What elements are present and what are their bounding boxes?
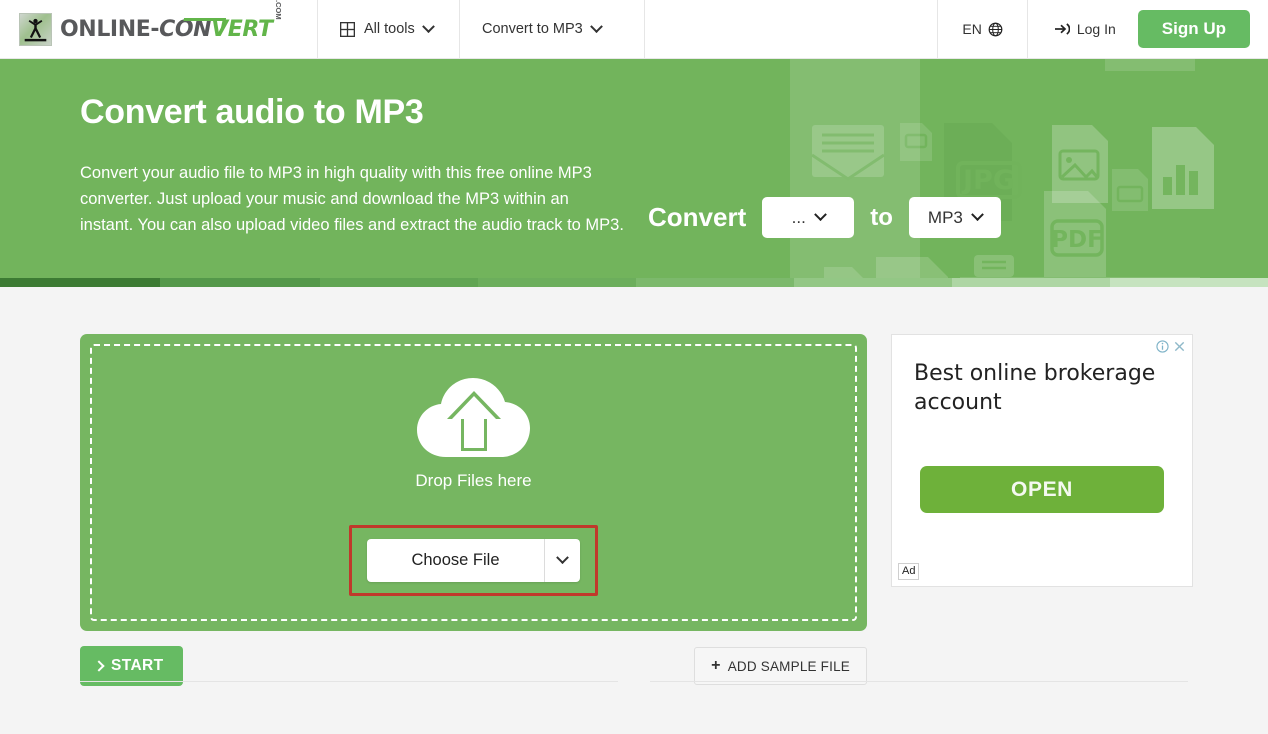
start-button[interactable]: START (80, 646, 183, 686)
nav-item-all-tools[interactable]: All tools (318, 0, 460, 58)
signup-button[interactable]: Sign Up (1137, 10, 1250, 48)
printer-icon (974, 255, 1014, 277)
ad-headline[interactable]: Best online brokerage account (914, 359, 1170, 417)
to-label: to (870, 203, 893, 231)
target-format-value: MP3 (927, 207, 963, 227)
login-arrow-icon (1054, 23, 1070, 35)
file-dropzone[interactable]: Drop Files here Choose File (80, 334, 867, 631)
nav-item-convert-to-mp3[interactable]: Convert to MP3 (460, 0, 645, 58)
ad-controls (1155, 339, 1187, 354)
login-button[interactable]: Log In (1054, 21, 1116, 37)
source-format-value: ... (791, 207, 806, 227)
chevron-down-icon (813, 208, 827, 222)
divider-left (80, 681, 618, 682)
person-figure-logo-icon (19, 12, 52, 46)
nav-item-all-tools-label: All tools (364, 21, 415, 37)
choose-file-label: Choose File (411, 551, 500, 569)
ad-column: Best online brokerage account OPEN Ad (891, 334, 1193, 686)
hero-description: Convert your audio file to MP3 in high q… (80, 164, 624, 235)
choose-file-dropdown-toggle[interactable] (543, 539, 580, 582)
chevron-down-icon (421, 19, 435, 33)
divider-right (650, 681, 1188, 682)
dropzone-inner: Drop Files here Choose File (90, 344, 857, 621)
language-label: EN (962, 21, 982, 37)
choose-file-highlight-wrap: Choose File (349, 525, 598, 596)
dropzone-label: Drop Files here (415, 471, 532, 490)
page-title: Convert audio to MP3 (80, 93, 424, 131)
nav-spacer (645, 0, 939, 58)
action-buttons-row: START + ADD SAMPLE FILE (80, 646, 867, 686)
grid-icon (340, 21, 355, 37)
chevron-down-icon (971, 208, 984, 222)
info-icon[interactable] (1155, 339, 1170, 354)
format-converter-controls: Convert ... to MP3 (648, 197, 1001, 239)
language-selector[interactable]: EN (938, 0, 1028, 58)
auth-area: Log In Sign Up (1028, 0, 1268, 58)
site-logo[interactable]: ONLINE- CON VERT .COM (0, 0, 318, 58)
add-sample-file-label: ADD SAMPLE FILE (727, 658, 850, 674)
logo-dotcom: .COM (274, 0, 284, 20)
upload-column: Drop Files here Choose File START + ADD … (80, 334, 867, 686)
add-sample-file-button[interactable]: + ADD SAMPLE FILE (694, 647, 867, 685)
plus-icon: + (711, 657, 721, 674)
target-format-select[interactable]: MP3 (908, 197, 1001, 239)
source-format-select[interactable]: ... (762, 197, 855, 239)
login-label: Log In (1076, 21, 1116, 37)
start-button-label: START (111, 657, 164, 674)
hero-content: Convert audio to MP3 Convert your audio … (0, 59, 1268, 239)
hero-color-strip (0, 278, 1268, 287)
convert-label: Convert (648, 202, 747, 233)
nav-item-convert-label: Convert to MP3 (482, 21, 583, 37)
logo-swoosh-icon (181, 17, 227, 28)
chevron-down-icon (555, 551, 569, 565)
logo-wordmark: ONLINE- CON VERT (60, 17, 273, 42)
site-header: ONLINE- CON VERT .COM All tools Convert to… (0, 0, 1268, 59)
hero-text-block: Convert audio to MP3 Convert your audio … (80, 93, 640, 238)
advertisement: Best online brokerage account OPEN Ad (891, 334, 1193, 587)
chevron-right-icon (93, 660, 105, 672)
globe-icon (988, 22, 1003, 36)
logo-part-a: ONLINE- (60, 16, 160, 42)
hero-section: JPG PDF Convert audio to MP3 Convert you… (0, 59, 1268, 287)
close-icon[interactable] (1172, 339, 1187, 354)
ad-badge: Ad (898, 563, 920, 580)
main-content: Drop Files here Choose File START + ADD … (0, 287, 1268, 686)
person-figure-svg (24, 18, 47, 41)
cloud-upload-icon (416, 378, 530, 457)
choose-file-button[interactable]: Choose File (367, 539, 580, 582)
bottom-dividers (0, 681, 1268, 682)
chevron-down-icon (589, 19, 603, 33)
ad-open-button[interactable]: OPEN (920, 466, 1164, 513)
